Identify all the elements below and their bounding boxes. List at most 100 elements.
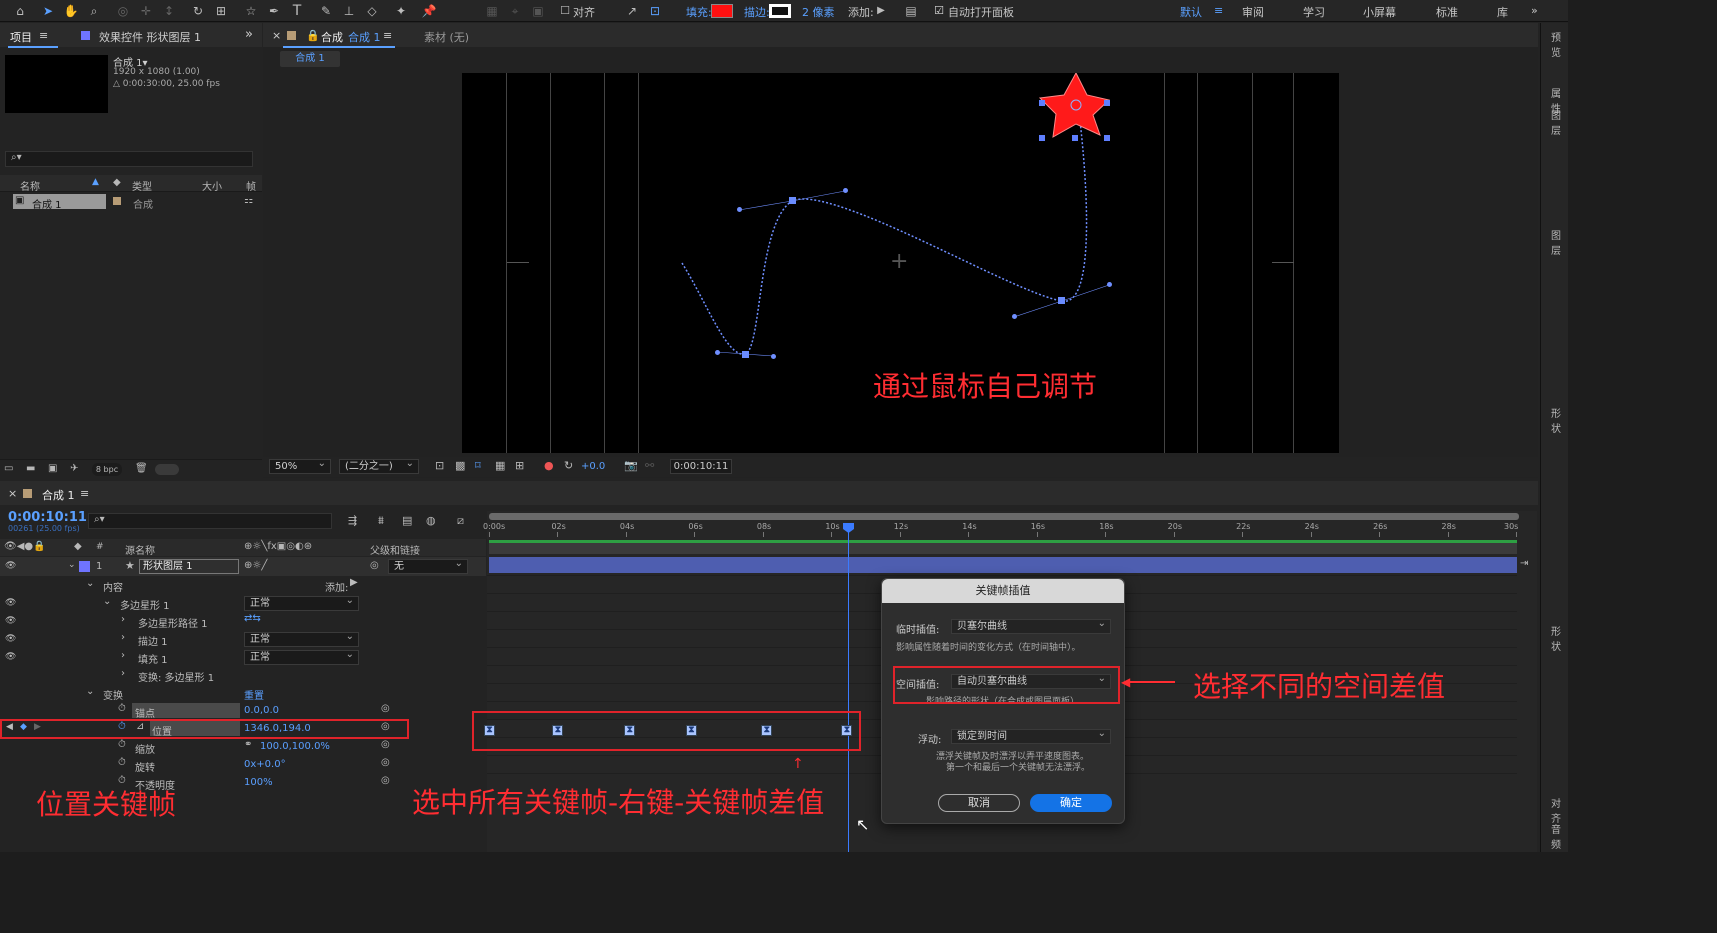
expression-pickwhip-icon[interactable]: ◎ <box>381 703 390 714</box>
transparency-grid-icon[interactable]: ▩ <box>455 459 465 472</box>
workspace-menu-icon[interactable]: ≡ <box>1214 4 1223 17</box>
zoom-select[interactable]: 50% <box>269 457 331 474</box>
col-type[interactable]: 类型 <box>132 178 152 193</box>
close-tab-icon[interactable]: × <box>272 29 281 42</box>
align-checkbox[interactable]: ☐ <box>557 3 573 19</box>
layer-name[interactable]: 形状图层 1 <box>139 559 239 574</box>
stack-icon[interactable]: ▤ <box>903 3 919 19</box>
expression-pickwhip-icon[interactable]: ◎ <box>381 739 390 750</box>
snap-toggle-icon[interactable]: ↗ <box>624 3 640 19</box>
lock-icon[interactable]: 🔒 <box>306 29 320 42</box>
frame-blending-icon[interactable]: ▤ <box>402 514 412 527</box>
workspace-small-screen[interactable]: 小屏幕 <box>1363 4 1396 20</box>
contents-row[interactable]: ⌄ 内容 添加: ▶ <box>0 576 486 594</box>
keyframe-vertex[interactable] <box>789 197 796 204</box>
layer-switches[interactable]: ⊕☼╱ <box>244 560 267 571</box>
preview-tab[interactable]: 预览 <box>1551 29 1568 59</box>
fill-blend-select[interactable]: 正常 <box>244 648 359 665</box>
layer-duration-bar[interactable] <box>489 557 1517 573</box>
polystar-row[interactable]: 👁 ⌄ 多边星形 1 正常 <box>0 594 486 612</box>
hand-tool-icon[interactable]: ✋ <box>63 3 79 19</box>
bezier-handle[interactable] <box>1012 314 1017 319</box>
list-item[interactable]: ▣ 合成 1 合成 ⚏ <box>0 193 262 211</box>
guides-icon[interactable]: ▦ <box>495 459 505 472</box>
bounding-handle[interactable] <box>1104 135 1110 141</box>
workspace-review[interactable]: 审阅 <box>1242 4 1264 20</box>
roving-select[interactable]: 锁定到时间 <box>951 727 1111 744</box>
comp-viewer[interactable]: + 通过鼠标自己调节 <box>462 73 1339 453</box>
puppet-tool-icon[interactable]: 📌 <box>421 3 437 19</box>
auto-open-checkbox[interactable]: ☑ <box>931 3 947 19</box>
selection-tool-icon[interactable]: ➤ <box>40 3 56 19</box>
tab-effect-controls[interactable]: 效果控件 形状图层 1 <box>99 29 201 45</box>
opacity-value[interactable]: 100% <box>244 777 273 788</box>
tab-timeline[interactable]: 合成 1 <box>42 487 75 503</box>
bounding-handle[interactable] <box>1039 100 1045 106</box>
comp-timecode[interactable]: 0:00:10:11 <box>670 459 732 474</box>
audio-tab[interactable]: 音频 <box>1551 821 1568 851</box>
polystar-path-row[interactable]: 👁 › 多边星形路径 1 ⇄⇆ <box>0 612 486 630</box>
eraser-tool-icon[interactable]: ◇ <box>364 3 380 19</box>
star-shape-tool-icon[interactable]: ☆ <box>243 3 259 19</box>
pan-behind-tool-icon[interactable]: ⊞ <box>213 3 229 19</box>
roto-brush-tool-icon[interactable]: ✦ <box>393 3 409 19</box>
bezier-handle[interactable] <box>715 350 720 355</box>
col-parent[interactable]: 父级和链接 <box>370 542 420 557</box>
color-channels-icon[interactable]: ● <box>544 459 554 472</box>
parent-select[interactable]: 无 <box>388 557 468 574</box>
col-size[interactable]: 大小 <box>202 178 222 193</box>
exposure-value[interactable]: +0.0 <box>581 461 605 472</box>
eye-icon[interactable]: 👁 <box>5 616 17 626</box>
col-source-name[interactable]: 源名称 <box>125 542 155 557</box>
panel-overflow-icon[interactable]: » <box>245 27 253 42</box>
pickwhip-icon[interactable]: ◎ <box>370 560 379 571</box>
clone-stamp-tool-icon[interactable]: ⊥ <box>341 3 357 19</box>
anchor-row[interactable]: ⏱ 锚点 0.0,0.0 ◎ <box>0 702 486 720</box>
eye-icon[interactable]: 👁 <box>5 598 17 608</box>
rotation-value[interactable]: 0x+0.0° <box>244 759 286 770</box>
add-menu-icon[interactable]: ▶ <box>873 3 889 19</box>
orbit-tool-icon[interactable]: ◎ <box>115 3 131 19</box>
expression-pickwhip-icon[interactable]: ◎ <box>381 757 390 768</box>
transform-row[interactable]: ⌄ 变换 重置 <box>0 684 486 702</box>
bounding-handle[interactable] <box>1104 100 1110 106</box>
scale-value[interactable]: 100.0,100.0% <box>260 741 330 752</box>
path-direction-icon[interactable]: ⇄⇆ <box>244 613 261 624</box>
trash-icon[interactable]: 🗑 <box>135 463 148 474</box>
snap-icon-3[interactable]: ▣ <box>530 3 546 19</box>
tab-composition[interactable]: 合成 <box>321 29 343 45</box>
new-folder-icon[interactable]: ▬ <box>26 463 35 474</box>
stroke-row[interactable]: 👁 › 描边 1 正常 <box>0 630 486 648</box>
workspace-learn[interactable]: 学习 <box>1303 4 1325 20</box>
comp-breadcrumb[interactable]: 合成 1 <box>280 51 340 67</box>
add-menu-icon[interactable]: ▶ <box>350 577 358 588</box>
reset-exposure-icon[interactable]: ↻ <box>564 459 573 472</box>
col-frame[interactable]: 帧 <box>246 178 256 193</box>
constrain-link-icon[interactable]: ⚭ <box>244 739 252 750</box>
snap-icon-2[interactable]: ⌖ <box>507 3 523 19</box>
bounding-handle[interactable] <box>1072 135 1078 141</box>
interpret-footage-icon[interactable]: ▭ <box>4 463 13 474</box>
snap-icon-1[interactable]: ▦ <box>484 3 500 19</box>
bpc-button[interactable]: 8 bpc <box>92 463 122 476</box>
bezier-handle[interactable] <box>771 354 776 359</box>
resolution-select[interactable]: (二分之一) <box>339 457 419 474</box>
show-snapshot-icon[interactable]: ⚯ <box>645 459 654 472</box>
cancel-button[interactable]: 取消 <box>938 794 1020 812</box>
rotation-row[interactable]: ⏱ 旋转 0x+0.0° ◎ <box>0 756 486 774</box>
project-menu-icon[interactable]: ≡ <box>39 29 48 42</box>
zoom-tool-icon[interactable]: ⌕ <box>86 3 102 19</box>
bezier-handle[interactable] <box>1107 282 1112 287</box>
current-time[interactable]: 0:00:10:11 <box>8 510 87 525</box>
bounding-handle[interactable] <box>1039 135 1045 141</box>
collapse-icon[interactable]: ⌄ <box>68 560 76 570</box>
eye-icon[interactable]: 👁 <box>5 652 17 662</box>
graph-editor-icon[interactable]: ⧄ <box>457 514 464 528</box>
eye-icon[interactable]: 👁 <box>5 561 17 571</box>
eye-icon[interactable]: 👁 <box>5 634 17 644</box>
polystar-blend-select[interactable]: 正常 <box>244 594 359 611</box>
time-ruler[interactable]: 0:00s 02s 04s 06s 08s 10s 12s 14s 16s 18s 20s 22s 24… <box>483 521 1527 537</box>
snap-grid-icon[interactable]: ⊡ <box>647 3 663 19</box>
comp-flowchart-icon[interactable]: ⇶ <box>348 514 357 527</box>
workspace-overflow-icon[interactable]: » <box>1531 4 1538 17</box>
